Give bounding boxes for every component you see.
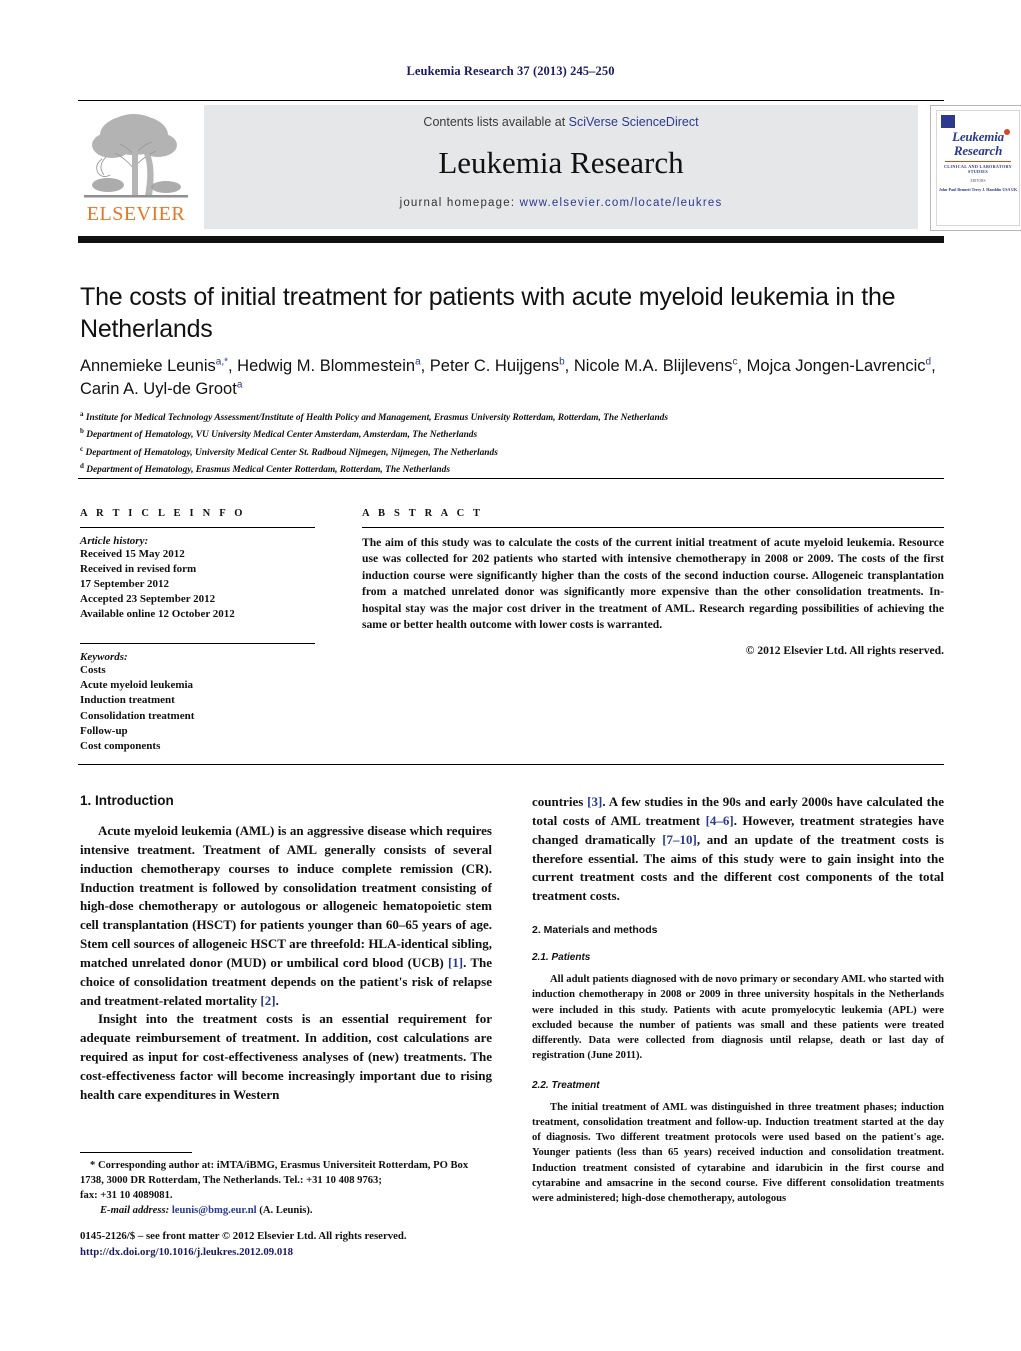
body-column-left: 1. Introduction Acute myeloid leukemia (… (80, 793, 492, 1105)
doi-link[interactable]: http://dx.doi.org/10.1016/j.leukres.2012… (80, 1244, 580, 1260)
article-history-item: Received in revised form (80, 563, 197, 576)
author-list: Annemieke Leunisa,*, Hedwig M. Blommeste… (80, 356, 936, 399)
cover-editors-label: EDITORS (970, 179, 986, 183)
section-heading-patients: 2.1. Patients (532, 952, 591, 964)
issn-copyright-line: 0145-2126/$ – see front matter © 2012 El… (80, 1230, 407, 1242)
cover-subtitle: CLINICAL AND LABORATORY STUDIES (943, 164, 1013, 174)
elsevier-tree-icon (82, 109, 190, 201)
cover-editor-names: John-Paul Bennett Terry J. Hamblin USA U… (938, 187, 1018, 192)
abstract-body: The aim of this study was to calculate t… (362, 536, 944, 632)
journal-cover-inner: Leukemia Research CLINICAL AND LABORATOR… (936, 110, 1020, 226)
article-history-item: Available online 12 October 2012 (80, 608, 235, 621)
article-info-column: A R T I C L E I N F O Article history: R… (80, 508, 315, 754)
footnote-line-2: 1738, 3000 DR Rotterdam, The Netherlands… (80, 1175, 382, 1187)
keyword-item: Acute myeloid leukemia (80, 679, 194, 692)
article-info-rule (80, 527, 315, 528)
abstract-copyright: © 2012 Elsevier Ltd. All rights reserved… (745, 643, 944, 657)
contents-prefix: Contents lists available at (423, 115, 569, 129)
section-heading-materials-methods: 2. Materials and methods (532, 924, 658, 937)
keyword-item: Induction treatment (80, 694, 175, 707)
affiliation-text: Institute for Medical Technology Assessm… (85, 413, 668, 424)
masthead-black-bar (78, 236, 944, 243)
keyword-item: Consolidation treatment (80, 709, 195, 722)
running-head: Leukemia Research 37 (2013) 245–250 (406, 64, 615, 78)
abstract-column: A B S T R A C T The aim of this study wa… (362, 508, 944, 657)
journal-banner: Contents lists available at SciVerse Sci… (204, 105, 918, 229)
keywords-block: Keywords: Costs Acute myeloid leukemia I… (80, 643, 315, 753)
affiliation-mark: c (80, 444, 84, 453)
affiliation-mark: d (80, 462, 84, 471)
section-heading-treatment: 2.2. Treatment (532, 1079, 600, 1091)
footnote-email-line: E-mail address: leunis@bmg.eur.nl (A. Le… (80, 1203, 492, 1218)
article-history-label: Article history: (80, 535, 149, 547)
article-info-heading: A R T I C L E I N F O (80, 508, 246, 519)
keyword-item: Follow-up (80, 724, 128, 737)
cover-publisher-mark-icon (941, 115, 955, 128)
article-history-item: Accepted 23 September 2012 (80, 593, 216, 606)
article-history-item: Received 15 May 2012 (80, 548, 185, 560)
info-block-top-rule (78, 478, 944, 479)
footnote-line-3: fax: +31 10 4089081. (80, 1190, 173, 1202)
keyword-item: Costs (80, 664, 106, 677)
affiliation-mark: a (80, 410, 84, 418)
email-address-suffix: (A. Leunis). (259, 1205, 313, 1217)
footnote-line-1: * Corresponding author at: iMTA/iBMG, Er… (90, 1160, 469, 1171)
affiliation-item: b Department of Hematology, VU Universit… (80, 426, 945, 443)
elsevier-logo: ELSEVIER (78, 105, 194, 231)
journal-title: Leukemia Research (438, 145, 684, 180)
keyword-item: Cost components (80, 739, 161, 752)
page-title: The costs of initial treatment for patie… (80, 283, 896, 343)
section-heading-introduction: 1. Introduction (80, 793, 174, 808)
contents-available-line: Contents lists available at SciVerse Sci… (204, 115, 918, 129)
sciencedirect-link[interactable]: SciVerse ScienceDirect (569, 115, 699, 129)
affiliation-item: d Department of Hematology, Erasmus Medi… (80, 461, 945, 478)
cover-title-line2: Research (953, 143, 1003, 158)
email-address-link[interactable]: leunis@bmg.eur.nl (172, 1205, 257, 1216)
abstract-heading: A B S T R A C T (362, 508, 484, 519)
patients-paragraph: All adult patients diagnosed with de nov… (532, 974, 944, 1062)
journal-masthead: ELSEVIER Contents lists available at Sci… (78, 103, 1021, 231)
keywords-label: Keywords: (80, 651, 128, 664)
journal-homepage-line: journal homepage: www.elsevier.com/locat… (204, 197, 918, 209)
email-address-label: E-mail address: (100, 1205, 170, 1217)
footnote-rule (80, 1152, 192, 1153)
paper-page: Leukemia Research 37 (2013) 245–250 ELSE… (0, 0, 1021, 1351)
homepage-url[interactable]: www.elsevier.com/locate/leukres (520, 197, 723, 209)
affiliation-text: Department of Hematology, University Med… (85, 447, 498, 458)
homepage-label: journal homepage: (399, 197, 516, 209)
imprint-block: 0145-2126/$ – see front matter © 2012 El… (80, 1228, 580, 1260)
article-history-item: 17 September 2012 (80, 578, 170, 591)
corresponding-author-footnote: * Corresponding author at: iMTA/iBMG, Er… (80, 1158, 492, 1218)
intro-paragraph-2-continued: countries [3]. A few studies in the 90s … (532, 794, 945, 904)
keywords-rule (80, 643, 315, 645)
abstract-rule (362, 527, 944, 528)
cover-rule (945, 161, 1011, 162)
journal-cover-thumbnail: Leukemia Research CLINICAL AND LABORATOR… (930, 105, 1021, 231)
body-column-right: countries [3]. A few studies in the 90s … (532, 793, 944, 1206)
affiliation-text: Department of Hematology, Erasmus Medica… (86, 465, 450, 476)
elsevier-wordmark: ELSEVIER (86, 203, 186, 225)
affiliation-item: a Institute for Medical Technology Asses… (80, 409, 945, 426)
intro-paragraph-2: Insight into the treatment costs is an e… (80, 1011, 492, 1102)
intro-paragraph-1: Acute myeloid leukemia (AML) is an aggre… (80, 823, 493, 1008)
affiliation-item: c Department of Hematology, University M… (80, 444, 945, 461)
affiliation-text: Department of Hematology, VU University … (86, 430, 478, 441)
affiliation-mark: b (80, 427, 84, 436)
affiliation-list: a Institute for Medical Technology Asses… (80, 409, 945, 478)
treatment-paragraph: The initial treatment of AML was disting… (532, 1101, 944, 1205)
info-block-bottom-rule (78, 764, 944, 765)
masthead-top-rule (78, 100, 944, 101)
